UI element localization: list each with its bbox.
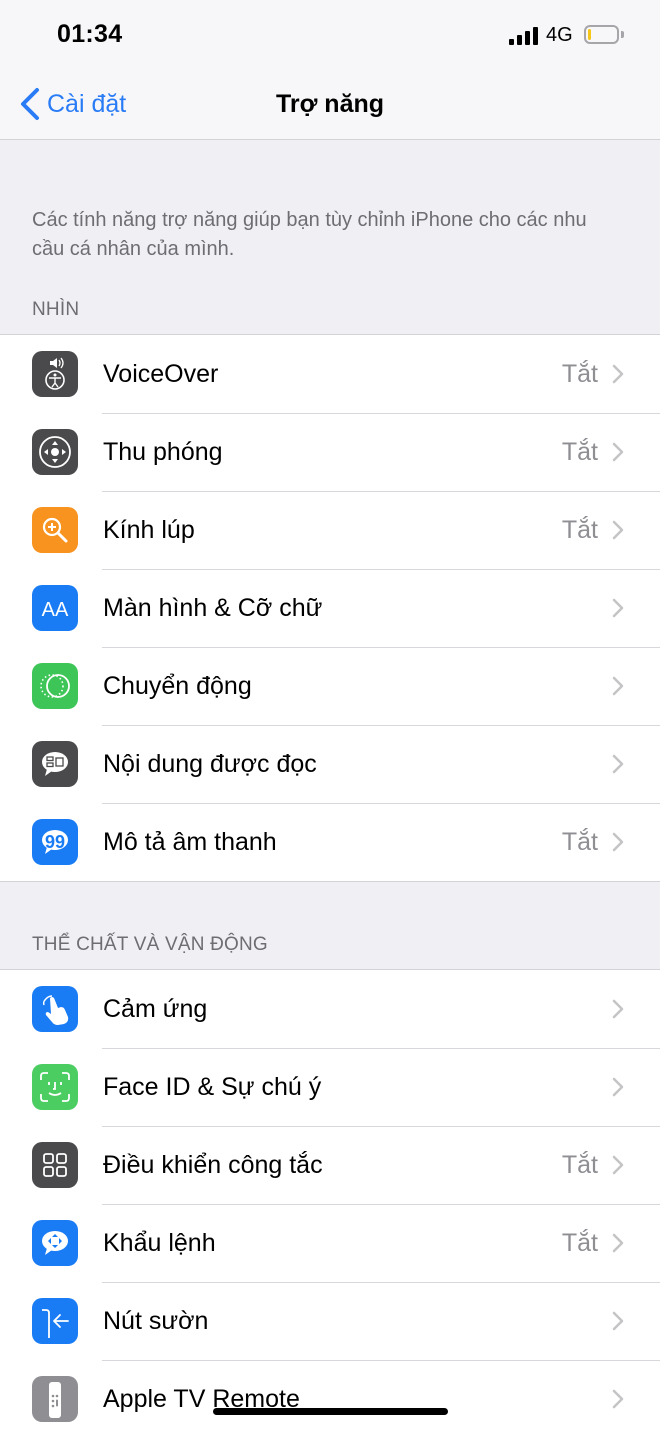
row-label: Khẩu lệnh	[103, 1228, 216, 1257]
row-label: Màn hình & Cỡ chữ	[103, 593, 323, 622]
chevron-right-icon	[612, 1155, 624, 1175]
chevron-right-icon	[612, 676, 624, 696]
list-item-spoken-content[interactable]: Nội dung được đọc	[0, 725, 660, 803]
list-item-touch[interactable]: Cảm ứng	[0, 970, 660, 1048]
battery-icon	[584, 25, 619, 44]
list-item-voiceover[interactable]: VoiceOver Tắt	[0, 335, 660, 413]
settings-group-physical-motor: Cảm ứng Face ID & Sự chú ý Điều khiển cô…	[0, 969, 660, 1438]
switch-control-icon	[32, 1142, 78, 1188]
list-item-apple-tv-remote[interactable]: Apple TV Remote	[0, 1360, 660, 1438]
spoken-content-icon	[32, 741, 78, 787]
row-value: Tắt	[561, 437, 598, 466]
row-value: Tắt	[561, 359, 598, 388]
page-title: Trợ năng	[275, 90, 385, 118]
list-item-motion[interactable]: Chuyển động	[0, 647, 660, 725]
zoom-icon	[32, 429, 78, 475]
chevron-right-icon	[612, 1389, 624, 1409]
row-label: Cảm ứng	[103, 994, 208, 1023]
chevron-right-icon	[612, 364, 624, 384]
row-label: Thu phóng	[103, 437, 223, 466]
chevron-right-icon	[612, 520, 624, 540]
status-time: 01:34	[57, 20, 123, 48]
section-header-vision: NHÌN	[32, 299, 80, 320]
row-label: VoiceOver	[103, 359, 219, 388]
status-bar: 01:34 4G	[0, 0, 660, 70]
row-label: Chuyển động	[103, 671, 252, 700]
chevron-right-icon	[612, 1311, 624, 1331]
home-indicator[interactable]	[213, 1408, 448, 1415]
network-type: 4G	[546, 24, 573, 46]
list-item-side-button[interactable]: Nút sườn	[0, 1282, 660, 1360]
cellular-signal-icon	[509, 27, 539, 45]
row-value: Tắt	[561, 1150, 598, 1179]
row-value: Tắt	[561, 827, 598, 856]
list-item-display-text-size[interactable]: AA Màn hình & Cỡ chữ	[0, 569, 660, 647]
battery-cap	[621, 31, 624, 38]
list-item-audio-descriptions[interactable]: 99 Mô tả âm thanh Tắt	[0, 803, 660, 881]
row-label: Nội dung được đọc	[103, 749, 317, 778]
svg-text:99: 99	[45, 832, 65, 852]
intro-description: Các tính năng trợ năng giúp bạn tùy chỉn…	[32, 209, 587, 260]
side-button-icon	[32, 1298, 78, 1344]
section-header-physical-motor: THỂ CHẤT VÀ VẬN ĐỘNG	[32, 934, 268, 955]
face-id-icon	[32, 1064, 78, 1110]
list-item-switch-control[interactable]: Điều khiển công tắc Tắt	[0, 1126, 660, 1204]
row-value: Tắt	[561, 515, 598, 544]
chevron-right-icon	[612, 1233, 624, 1253]
battery-level	[588, 29, 591, 40]
audio-descriptions-icon: 99	[32, 819, 78, 865]
chevron-right-icon	[612, 754, 624, 774]
list-item-magnifier[interactable]: Kính lúp Tắt	[0, 491, 660, 569]
touch-icon	[32, 986, 78, 1032]
chevron-right-icon	[612, 1077, 624, 1097]
list-item-face-id-attention[interactable]: Face ID & Sự chú ý	[0, 1048, 660, 1126]
chevron-right-icon	[612, 598, 624, 618]
svg-text:AA: AA	[42, 599, 69, 621]
motion-icon	[32, 663, 78, 709]
list-item-voice-control[interactable]: Khẩu lệnh Tắt	[0, 1204, 660, 1282]
voiceover-icon	[32, 351, 78, 397]
chevron-right-icon	[612, 999, 624, 1019]
display-text-size-icon: AA	[32, 585, 78, 631]
magnifier-icon	[32, 507, 78, 553]
list-item-zoom[interactable]: Thu phóng Tắt	[0, 413, 660, 491]
row-label: Face ID & Sự chú ý	[103, 1072, 322, 1101]
chevron-right-icon	[612, 442, 624, 462]
row-label: Nút sườn	[103, 1306, 209, 1335]
row-value: Tắt	[561, 1228, 598, 1257]
apple-tv-remote-icon	[32, 1376, 78, 1422]
chevron-right-icon	[612, 832, 624, 852]
navigation-bar: Cài đặt Trợ năng	[0, 70, 660, 140]
row-label: Điều khiển công tắc	[103, 1150, 323, 1179]
row-label: Kính lúp	[103, 515, 195, 544]
voice-control-icon	[32, 1220, 78, 1266]
row-label: Mô tả âm thanh	[103, 827, 277, 856]
settings-group-vision: VoiceOver Tắt Thu phóng Tắt Kính lúp Tắt…	[0, 334, 660, 882]
